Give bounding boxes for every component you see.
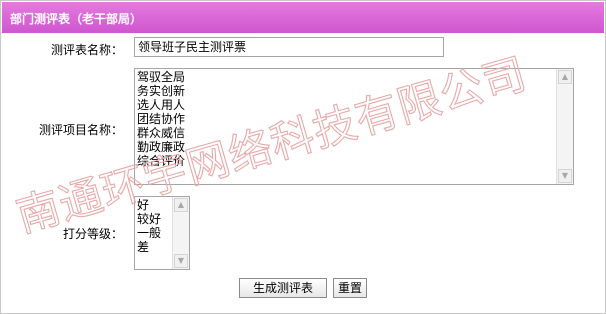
form-panel: 部门测评表（老干部局） 测评表名称： 领导班子民主测评票 测评项目名称： 驾驭全… bbox=[0, 0, 606, 314]
list-item[interactable]: 较好 bbox=[137, 212, 161, 226]
list-item[interactable]: 好 bbox=[137, 198, 161, 212]
scroll-down-icon[interactable]: ▼ bbox=[558, 169, 572, 183]
grade-label: 打分等级： bbox=[62, 227, 123, 241]
grades-list: 好较好 一般差 bbox=[137, 198, 161, 254]
reset-button[interactable]: 重置 bbox=[333, 278, 367, 298]
list-item[interactable]: 务实创新 bbox=[137, 84, 185, 98]
list-item[interactable]: 团结协作 bbox=[137, 112, 185, 126]
grade-scrollbar[interactable]: ▲ ▼ bbox=[172, 197, 189, 269]
items-scrollbar[interactable]: ▲ ▼ bbox=[556, 69, 573, 184]
items-listbox[interactable]: 驾驭全局 务实创新 选人用人 团结协作 群众威信 勤政廉政 综合评价 ▲ ▼ bbox=[134, 68, 574, 185]
list-item[interactable]: 驾驭全局 bbox=[137, 70, 185, 84]
list-item[interactable]: 选人用人 bbox=[137, 98, 185, 112]
scroll-up-icon[interactable]: ▲ bbox=[174, 198, 188, 212]
list-item[interactable]: 综合评价 bbox=[137, 154, 185, 168]
generate-button[interactable]: 生成测评表 bbox=[239, 278, 327, 298]
list-item[interactable]: 一般 bbox=[137, 226, 161, 240]
panel-title: 部门测评表（老干部局） bbox=[10, 12, 143, 26]
items-list: 驾驭全局 务实创新 选人用人 团结协作 群众威信 勤政廉政 综合评价 bbox=[137, 70, 185, 168]
list-item[interactable]: 差 bbox=[137, 240, 161, 254]
panel-title-bar: 部门测评表（老干部局） bbox=[2, 2, 604, 33]
list-item[interactable]: 勤政廉政 bbox=[137, 140, 185, 154]
scroll-down-icon[interactable]: ▼ bbox=[174, 254, 188, 268]
items-label: 测评项目名称： bbox=[38, 123, 123, 137]
scroll-up-icon[interactable]: ▲ bbox=[558, 70, 572, 84]
grade-listbox[interactable]: 好较好 一般差 ▲ ▼ bbox=[134, 196, 190, 270]
list-item[interactable]: 群众威信 bbox=[137, 126, 185, 140]
name-label: 测评表名称： bbox=[50, 43, 123, 57]
evaluation-name-input[interactable]: 领导班子民主测评票 bbox=[134, 37, 444, 57]
